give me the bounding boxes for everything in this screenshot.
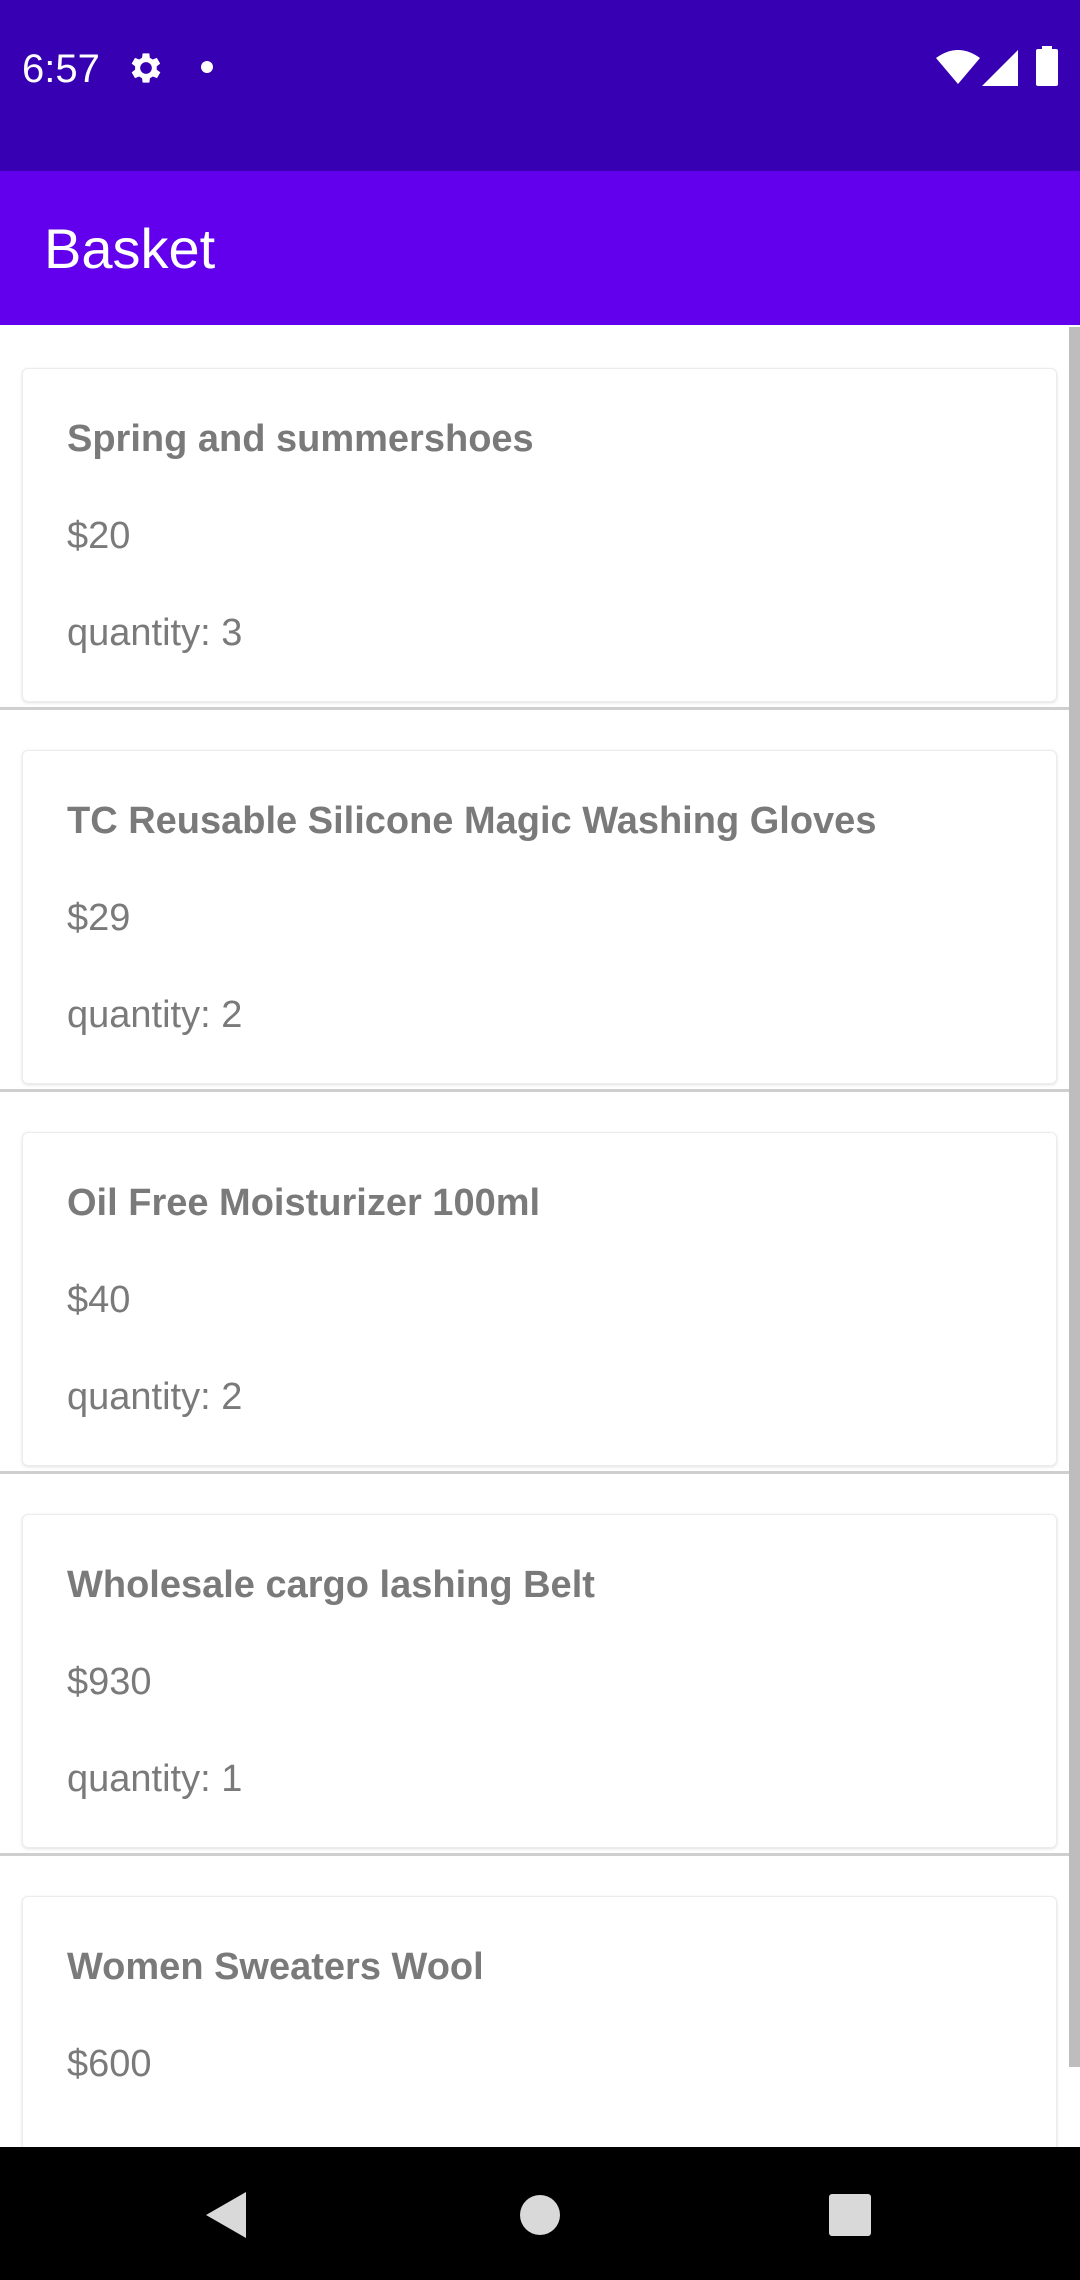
item-quantity: quantity: 1 (67, 1758, 243, 1800)
item-name: Spring and summershoes (67, 418, 534, 460)
gear-icon (126, 48, 166, 93)
dot-icon (200, 60, 214, 79)
item-name: TC Reusable Silicone Magic Washing Glove… (67, 800, 877, 842)
item-price: $40 (67, 1279, 131, 1321)
back-icon (206, 2191, 246, 2243)
wifi-icon (936, 50, 980, 91)
list-item[interactable]: TC Reusable Silicone Magic Washing Glove… (0, 707, 1080, 1092)
item-card[interactable]: Oil Free Moisturizer 100ml $40 quantity:… (22, 1132, 1057, 1466)
app-bar: Basket (0, 171, 1080, 325)
item-price: $29 (67, 897, 131, 939)
status-time: 6:57 (22, 47, 100, 91)
list-item[interactable]: Oil Free Moisturizer 100ml $40 quantity:… (0, 1089, 1080, 1474)
scrollbar[interactable] (1069, 327, 1080, 2067)
back-button[interactable] (186, 2177, 266, 2257)
item-card[interactable]: Spring and summershoes $20 quantity: 3 (22, 368, 1057, 702)
item-price: $600 (67, 2043, 152, 2085)
status-bar: 6:57 (0, 0, 1080, 171)
item-name: Women Sweaters Wool (67, 1946, 484, 1988)
item-quantity: quantity: 2 (67, 1376, 243, 1418)
recents-icon (829, 2193, 871, 2241)
list-item[interactable]: Spring and summershoes $20 quantity: 3 (0, 325, 1080, 710)
basket-list[interactable]: Spring and summershoes $20 quantity: 3 T… (0, 325, 1080, 2147)
recents-button[interactable] (810, 2177, 890, 2257)
item-card[interactable]: Women Sweaters Wool $600 (22, 1896, 1057, 2147)
item-price: $20 (67, 515, 131, 557)
list-item[interactable]: Women Sweaters Wool $600 (0, 1853, 1080, 2147)
page-title: Basket (44, 217, 216, 280)
home-button[interactable] (500, 2177, 580, 2257)
cellular-signal-icon (982, 50, 1018, 91)
list-item[interactable]: Wholesale cargo lashing Belt $930 quanti… (0, 1471, 1080, 1856)
item-price: $930 (67, 1661, 152, 1703)
item-card[interactable]: Wholesale cargo lashing Belt $930 quanti… (22, 1514, 1057, 1848)
item-name: Oil Free Moisturizer 100ml (67, 1182, 541, 1224)
battery-icon (1036, 46, 1058, 91)
navigation-bar (0, 2147, 1080, 2280)
item-name: Wholesale cargo lashing Belt (67, 1564, 595, 1606)
item-quantity: quantity: 2 (67, 994, 243, 1036)
home-icon (519, 2194, 561, 2241)
item-quantity: quantity: 3 (67, 612, 243, 654)
item-card[interactable]: TC Reusable Silicone Magic Washing Glove… (22, 750, 1057, 1084)
